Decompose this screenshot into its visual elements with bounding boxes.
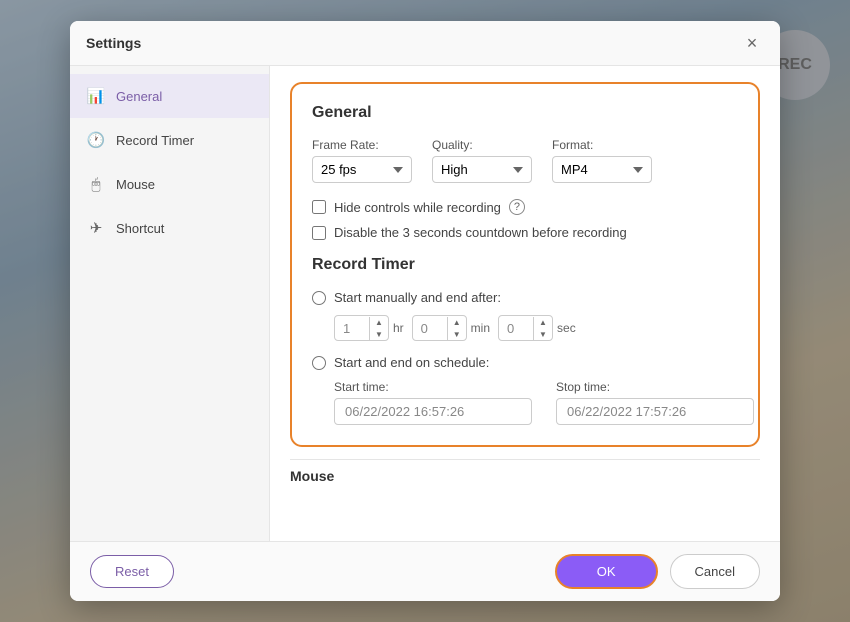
schedule-radio-row: Start and end on schedule: [312,355,738,370]
sidebar: 📊 General 🕐 Record Timer 🖱 Mouse ✈ Short… [70,66,270,541]
dialog-title: Settings [86,35,141,51]
reset-button[interactable]: Reset [90,555,174,588]
start-time-label: Start time: [334,380,532,394]
timer-section: Record Timer Start manually and end afte… [312,256,738,425]
stop-time-label: Stop time: [556,380,754,394]
min-input-group: 0 ▲ ▼ min [412,315,490,341]
stop-time-group: Stop time: [556,380,754,425]
min-down-button[interactable]: ▼ [448,328,466,340]
manual-radio-row: Start manually and end after: [312,290,738,305]
hr-value: 1 [335,317,370,340]
hr-arrows: ▲ ▼ [370,316,388,340]
ok-button[interactable]: OK [555,554,658,589]
hr-unit: hr [393,321,404,335]
min-spinner: 0 ▲ ▼ [412,315,467,341]
sidebar-label-mouse: Mouse [116,177,155,192]
min-value: 0 [413,317,448,340]
quality-label: Quality: [432,138,532,152]
mouse-icon: 🖱 [86,174,106,194]
record-timer-icon: 🕐 [86,130,106,150]
quality-select[interactable]: Low Medium High Ultra [432,156,532,183]
disable-countdown-row: Disable the 3 seconds countdown before r… [312,225,738,240]
mouse-section-stub: Mouse [290,459,760,492]
sec-unit: sec [557,321,576,335]
dropdowns-row: Frame Rate: 15 fps 20 fps 25 fps 30 fps … [312,138,738,183]
cancel-button[interactable]: Cancel [670,554,760,589]
sec-input-group: 0 ▲ ▼ sec [498,315,576,341]
quality-group: Quality: Low Medium High Ultra [432,138,532,183]
modal-overlay: Settings × 📊 General 🕐 Record Timer 🖱 Mo… [0,0,850,622]
schedule-section: Start and end on schedule: Start time: S… [312,355,738,425]
hr-spinner: 1 ▲ ▼ [334,315,389,341]
schedule-radio[interactable] [312,356,326,370]
min-arrows: ▲ ▼ [448,316,466,340]
sec-spinner: 0 ▲ ▼ [498,315,553,341]
hide-controls-label: Hide controls while recording [334,200,501,215]
min-up-button[interactable]: ▲ [448,316,466,328]
start-time-input[interactable] [334,398,532,425]
sidebar-item-general[interactable]: 📊 General [70,74,269,118]
sidebar-label-general: General [116,89,162,104]
sidebar-item-record-timer[interactable]: 🕐 Record Timer [70,118,269,162]
schedule-label: Start and end on schedule: [334,355,489,370]
sec-value: 0 [499,317,534,340]
sec-arrows: ▲ ▼ [534,316,552,340]
hr-input-group: 1 ▲ ▼ hr [334,315,404,341]
format-label: Format: [552,138,652,152]
settings-dialog: Settings × 📊 General 🕐 Record Timer 🖱 Mo… [70,21,780,601]
manual-label: Start manually and end after: [334,290,501,305]
help-icon[interactable]: ? [509,199,525,215]
sidebar-item-mouse[interactable]: 🖱 Mouse [70,162,269,206]
format-select[interactable]: MP4 AVI MOV GIF [552,156,652,183]
record-timer-section-title: Record Timer [312,256,738,274]
sidebar-label-record-timer: Record Timer [116,133,194,148]
hide-controls-row: Hide controls while recording ? [312,199,738,215]
sec-up-button[interactable]: ▲ [534,316,552,328]
disable-countdown-label: Disable the 3 seconds countdown before r… [334,225,627,240]
frame-rate-group: Frame Rate: 15 fps 20 fps 25 fps 30 fps … [312,138,412,183]
dialog-close-button[interactable]: × [740,31,764,55]
disable-countdown-checkbox[interactable] [312,226,326,240]
stop-time-input[interactable] [556,398,754,425]
manual-radio[interactable] [312,291,326,305]
dialog-footer: Reset OK Cancel [70,541,780,601]
content-panel: General Frame Rate: 15 fps 20 fps 25 fps… [290,82,760,447]
timer-inputs-row: 1 ▲ ▼ hr 0 [334,315,738,341]
sec-down-button[interactable]: ▼ [534,328,552,340]
frame-rate-label: Frame Rate: [312,138,412,152]
schedule-time-row: Start time: Stop time: [334,380,738,425]
hide-controls-checkbox[interactable] [312,200,326,214]
hr-up-button[interactable]: ▲ [370,316,388,328]
min-unit: min [471,321,490,335]
sidebar-item-shortcut[interactable]: ✈ Shortcut [70,206,269,250]
main-content: General Frame Rate: 15 fps 20 fps 25 fps… [270,66,780,541]
dialog-titlebar: Settings × [70,21,780,66]
sidebar-label-shortcut: Shortcut [116,221,164,236]
start-time-group: Start time: [334,380,532,425]
general-section-title: General [312,104,738,122]
footer-right: OK Cancel [555,554,760,589]
dialog-body: 📊 General 🕐 Record Timer 🖱 Mouse ✈ Short… [70,66,780,541]
frame-rate-select[interactable]: 15 fps 20 fps 25 fps 30 fps 60 fps [312,156,412,183]
format-group: Format: MP4 AVI MOV GIF [552,138,652,183]
hr-down-button[interactable]: ▼ [370,328,388,340]
general-icon: 📊 [86,86,106,106]
shortcut-icon: ✈ [86,218,106,238]
